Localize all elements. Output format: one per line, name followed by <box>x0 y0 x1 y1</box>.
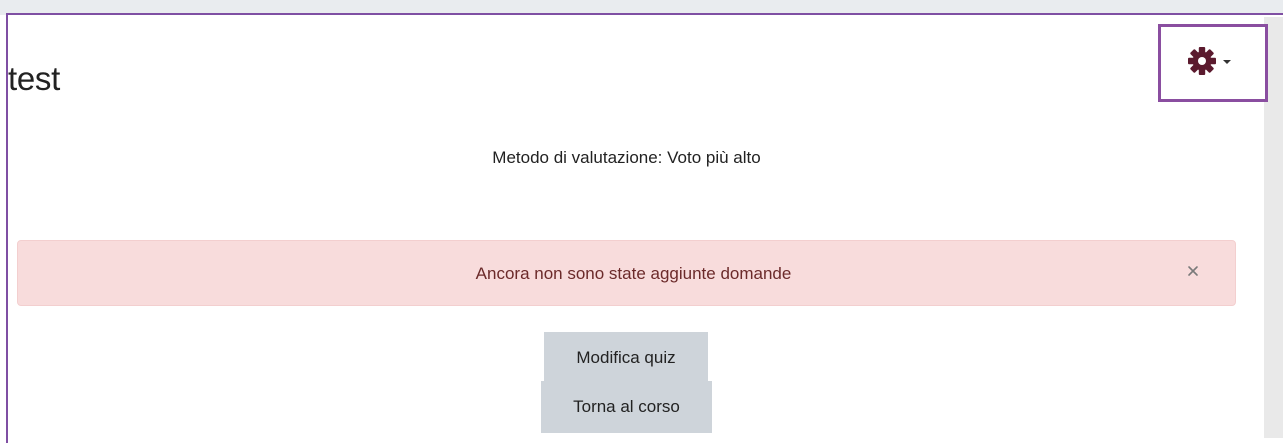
no-questions-alert: Ancora non sono state aggiunte domande <box>17 240 1236 306</box>
settings-menu-highlight <box>1158 24 1268 102</box>
grading-method-text: Metodo di valutazione: Voto più alto <box>492 148 761 167</box>
alert-close-button[interactable] <box>1181 261 1205 285</box>
gear-icon <box>1187 46 1217 81</box>
edit-quiz-button[interactable]: Modifica quiz <box>544 332 708 384</box>
caret-down-icon <box>1221 54 1233 72</box>
close-icon <box>1186 264 1200 283</box>
settings-menu-button[interactable] <box>1187 46 1243 81</box>
page-title: test <box>8 60 60 97</box>
alert-message: Ancora non sono state aggiunte domande <box>475 264 792 283</box>
back-to-course-button[interactable]: Torna al corso <box>541 381 712 433</box>
